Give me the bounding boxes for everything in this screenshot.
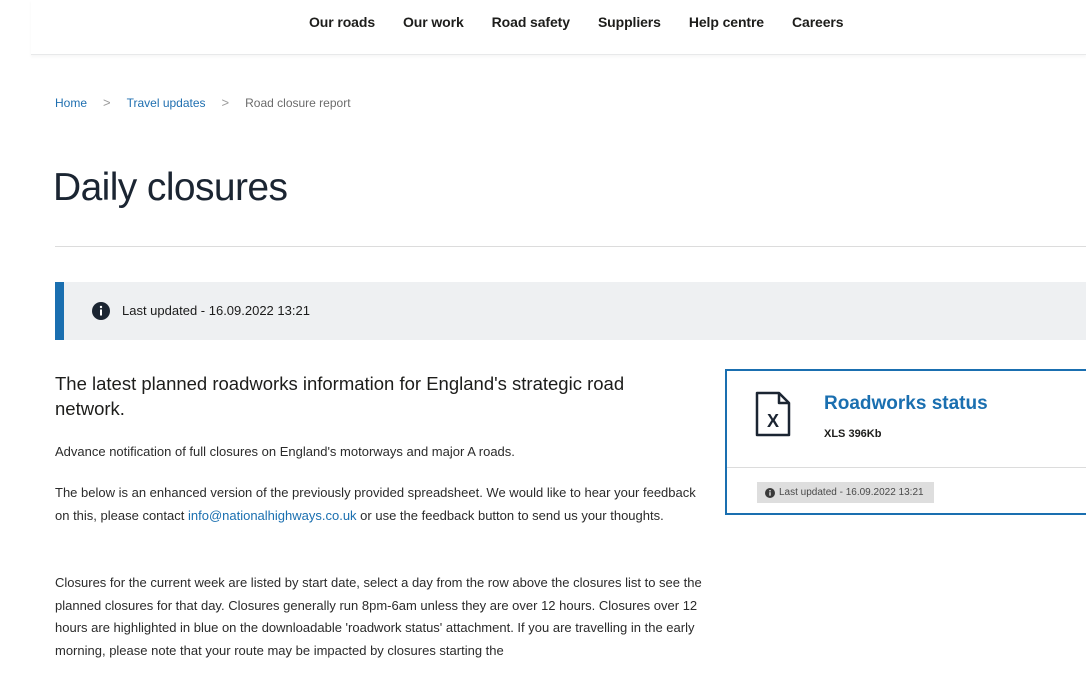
breadcrumb-separator: >: [103, 95, 111, 110]
info-icon: [92, 302, 110, 320]
feedback-text-after: or use the feedback button to send us yo…: [356, 507, 664, 523]
top-navigation: Our roads Our work Road safety Suppliers…: [31, 0, 1086, 55]
card-last-updated-text: Last updated - 16.09.2022 13:21: [779, 487, 924, 498]
last-updated-text: Last updated - 16.09.2022 13:21: [122, 303, 310, 318]
info-icon: [765, 487, 775, 498]
file-meta: XLS 396Kb: [824, 428, 882, 440]
closures-paragraph: Closures for the current week are listed…: [55, 575, 702, 658]
excel-file-icon: X: [755, 391, 791, 437]
breadcrumb-current: Road closure report: [245, 95, 351, 110]
breadcrumb-travel-updates[interactable]: Travel updates: [127, 96, 206, 110]
breadcrumb: Home > Travel updates > Road closure rep…: [55, 95, 351, 110]
last-updated-banner: Last updated - 16.09.2022 13:21: [55, 282, 1086, 340]
title-divider: [55, 246, 1086, 247]
breadcrumb-home[interactable]: Home: [55, 96, 87, 110]
card-divider: [727, 467, 1086, 468]
breadcrumb-separator: >: [221, 95, 230, 110]
file-icon-letter: X: [767, 411, 779, 431]
roadworks-status-link[interactable]: Roadworks status: [824, 393, 988, 415]
nav-road-safety[interactable]: Road safety: [492, 14, 570, 30]
contact-email-link[interactable]: info@nationalhighways.co.uk: [188, 508, 357, 523]
roadworks-status-download-card[interactable]: X Roadworks status XLS 396Kb Last update…: [725, 369, 1086, 515]
page: Our roads Our work Road safety Suppliers…: [0, 0, 1086, 693]
card-last-updated-badge: Last updated - 16.09.2022 13:21: [757, 482, 934, 503]
intro-paragraph: Advance notification of full closures on…: [55, 444, 515, 459]
intro-heading: The latest planned roadworks information…: [55, 373, 625, 419]
feedback-paragraph: The below is an enhanced version of the …: [55, 482, 705, 527]
page-title: Daily closures: [53, 166, 288, 209]
nav-our-roads[interactable]: Our roads: [309, 14, 375, 30]
nav-our-work[interactable]: Our work: [403, 14, 464, 30]
nav-help-centre[interactable]: Help centre: [689, 14, 764, 30]
nav-careers[interactable]: Careers: [792, 14, 844, 30]
nav-suppliers[interactable]: Suppliers: [598, 14, 661, 30]
